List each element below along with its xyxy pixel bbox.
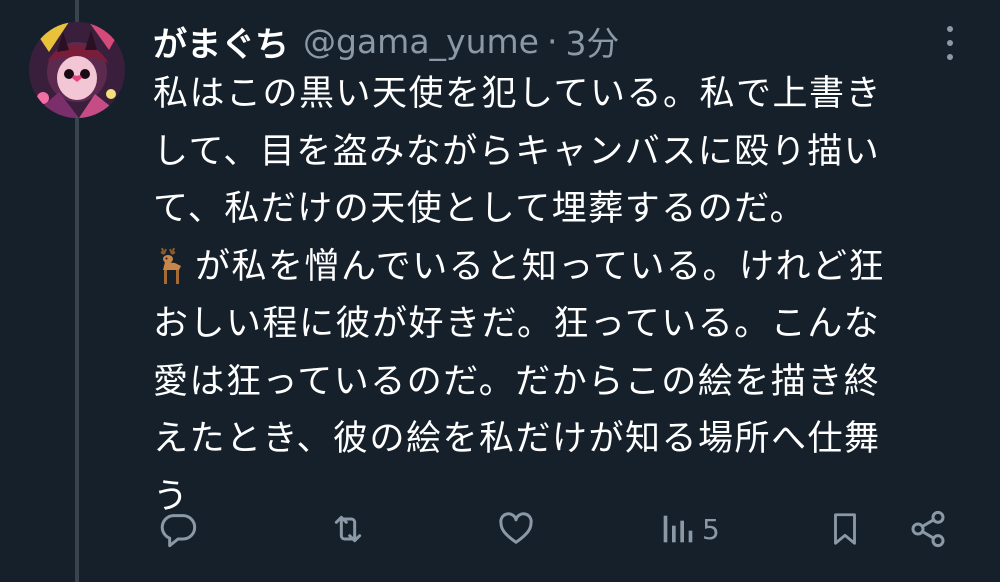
tweet-action-bar: 5 [0, 506, 1000, 556]
bookmark-button[interactable] [826, 506, 864, 552]
views-icon [663, 515, 693, 543]
avatar[interactable] [29, 22, 125, 118]
share-button[interactable] [908, 506, 948, 552]
views-count: 5 [702, 512, 720, 546]
reply-button[interactable] [158, 506, 198, 552]
tweet-text-line: 愛は狂っているのだ。だからこの絵を描き終 [153, 361, 881, 402]
tweet-text: 私はこの黒い天使を犯している。私で上書き して、目を盗みながらキャンバスに殴り描… [153, 66, 953, 526]
like-button[interactable] [496, 506, 536, 552]
reply-icon [160, 514, 197, 548]
tweet-text-line: が私を憎んでいると知っている。けれど狂 [153, 239, 953, 297]
tweet-header: がまぐち @gama_yume · 3分 [153, 16, 619, 66]
tweet-text-line: て、私だけの天使として埋葬するのだ。 [153, 189, 807, 229]
deer-emoji-icon [160, 247, 181, 284]
retweet-icon [334, 515, 362, 543]
tweet-text-line: えたとき、彼の絵を私だけが知る場所へ仕舞 [153, 419, 881, 459]
share-icon [911, 510, 945, 548]
retweet-button[interactable] [327, 506, 369, 552]
heart-icon [499, 512, 533, 544]
tweet-text-segment: が私を憎んでいると知っている。けれど狂 [195, 246, 886, 287]
display-name[interactable]: がまぐち [153, 17, 289, 66]
more-options-icon[interactable] [938, 26, 962, 60]
views-button[interactable]: 5 [660, 506, 720, 552]
tweet-text-line: して、目を盗みながらキャンバスに殴り描い [153, 131, 881, 172]
bookmark-icon [834, 513, 856, 545]
timestamp[interactable]: 3分 [565, 17, 619, 65]
tweet-text-line: 私はこの黒い天使を犯している。私で上書き [153, 74, 882, 114]
tweet-text-line: おしい程に彼が好きだ。狂っている。こんな [153, 304, 881, 344]
avatar-image [29, 22, 125, 118]
user-handle[interactable]: @gama_yume [303, 22, 539, 61]
separator-dot: · [546, 21, 558, 61]
